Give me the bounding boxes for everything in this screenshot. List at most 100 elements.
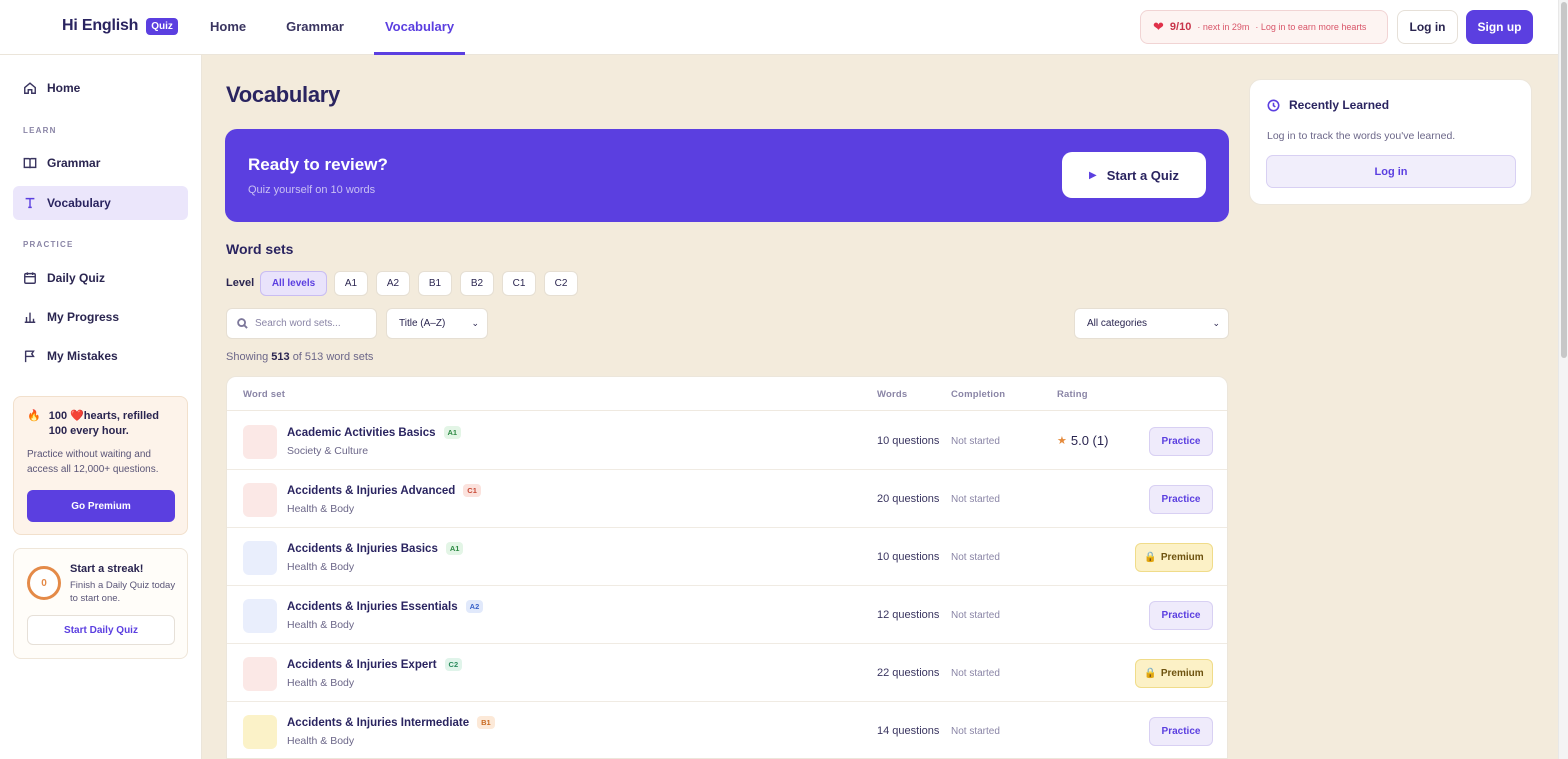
banner-subtitle: Quiz yourself on 10 words (248, 184, 376, 196)
word-count: 22 questions (877, 667, 940, 679)
chevron-down-icon: ⌄ (1212, 318, 1220, 328)
completion-status: Not started (951, 610, 1000, 621)
scrollbar-thumb[interactable] (1561, 2, 1567, 358)
word-count: 14 questions (877, 725, 940, 737)
play-icon: ▶ (1089, 169, 1097, 181)
level-chip-c2[interactable]: C2 (544, 271, 578, 296)
sidebar-item-home[interactable]: Home (13, 71, 188, 105)
search-input[interactable]: Search word sets... (226, 308, 377, 339)
signup-button[interactable]: Sign up (1466, 10, 1533, 44)
completion-status: Not started (951, 668, 1000, 679)
col-words: Words (877, 389, 908, 400)
streak-count-ring: 0 (27, 566, 61, 600)
level-chip-a1[interactable]: A1 (334, 271, 368, 296)
sidebar: Home LEARN Grammar Vocabulary PRACTICE D… (0, 55, 202, 759)
sidebar-section-practice: PRACTICE (23, 240, 74, 249)
level-badge: A1 (443, 426, 462, 439)
premium-button[interactable]: 🔒 Premium (1135, 659, 1213, 688)
word-set-thumbnail (243, 599, 277, 633)
nav-grammar[interactable]: Grammar (286, 0, 344, 55)
brand-badge: Quiz (146, 17, 178, 35)
table-row[interactable]: Accidents & Injuries Advanced C1 Health &… (227, 470, 1227, 528)
sidebar-item-grammar[interactable]: Grammar (13, 146, 188, 180)
login-button[interactable]: Log in (1397, 10, 1458, 44)
results-count: Showing 513 of 513 word sets (226, 351, 374, 363)
table-row[interactable]: Accidents & Injuries Basics A1 Health & B… (227, 528, 1227, 586)
hearts-next: · next in 29m (1197, 22, 1250, 32)
table-row[interactable]: Academic Activities Basics A1 Society & C… (227, 412, 1227, 470)
streak-title: Start a streak! (70, 563, 144, 575)
col-word-set: Word set (243, 389, 286, 400)
hearts-status[interactable]: ❤ 9/10 · next in 29m · Log in to earn mo… (1140, 10, 1388, 44)
word-set-thumbnail (243, 483, 277, 517)
word-count: 10 questions (877, 551, 940, 563)
chevron-down-icon: ⌄ (471, 318, 479, 328)
word-count: 12 questions (877, 609, 940, 621)
practice-button[interactable]: Practice (1149, 601, 1213, 630)
word-set-category: Society & Culture (287, 445, 369, 457)
sidebar-item-my-progress[interactable]: My Progress (13, 300, 188, 334)
word-set-name: Accidents & Injuries Intermediate (287, 716, 470, 729)
page-scrollbar[interactable] (1558, 0, 1568, 759)
streak-card: 0 Start a streak! Finish a Daily Quiz to… (13, 548, 188, 659)
word-set-thumbnail (243, 425, 277, 459)
word-set-name: Accidents & Injuries Basics (287, 542, 438, 555)
completion-status: Not started (951, 726, 1000, 737)
review-banner: Ready to review? Quiz yourself on 10 wor… (225, 129, 1229, 222)
word-set-category: Health & Body (287, 677, 355, 689)
table-header: Word set Words Completion Rating (227, 377, 1227, 411)
page-title: Vocabulary (226, 82, 340, 107)
banner-title: Ready to review? (248, 155, 388, 174)
table-row[interactable]: Accidents & Injuries Expert C2 Health & B… (227, 644, 1227, 702)
go-premium-button[interactable]: Go Premium (27, 490, 175, 522)
start-daily-quiz-button[interactable]: Start Daily Quiz (27, 615, 175, 645)
sidebar-item-my-mistakes[interactable]: My Mistakes (13, 339, 188, 373)
streak-description: Finish a Daily Quiz today to start one. (70, 580, 176, 604)
sidebar-item-daily-quiz[interactable]: Daily Quiz (13, 261, 188, 295)
top-nav: Home Grammar Vocabulary (210, 0, 505, 55)
word-set-category: Health & Body (287, 735, 355, 747)
recent-login-button[interactable]: Log in (1266, 155, 1516, 188)
completion-status: Not started (951, 494, 1000, 505)
brand-logo[interactable]: Hi English Quiz (62, 17, 178, 35)
recently-learned-card: Recently Learned Log in to track the wor… (1249, 79, 1532, 205)
level-chip-c1[interactable]: C1 (502, 271, 536, 296)
level-badge: A1 (445, 542, 464, 555)
level-badge: C1 (463, 484, 481, 497)
sidebar-section-learn: LEARN (23, 126, 57, 135)
category-select[interactable]: All categories ⌄ (1074, 308, 1229, 339)
word-set-category: Health & Body (287, 503, 355, 515)
start-quiz-button[interactable]: ▶ Start a Quiz (1062, 152, 1206, 198)
lock-icon: 🔒 (1144, 668, 1157, 679)
level-chip-b1[interactable]: B1 (418, 271, 452, 296)
promo-description: Practice without waiting and access all … (27, 449, 159, 475)
sidebar-item-label: Vocabulary (47, 196, 111, 210)
word-sets-title: Word sets (226, 241, 294, 257)
table-row[interactable]: Accidents & Injuries Intermediate B1 Heal… (227, 702, 1227, 758)
recent-description: Log in to track the words you've learned… (1267, 130, 1456, 142)
word-set-name: Accidents & Injuries Expert (287, 658, 437, 671)
sort-value: Title (A–Z) (399, 318, 446, 329)
practice-button[interactable]: Practice (1149, 485, 1213, 514)
sort-select[interactable]: Title (A–Z) ⌄ (386, 308, 488, 339)
practice-button[interactable]: Practice (1149, 427, 1213, 456)
table-row[interactable]: Accidents & Injuries Essentials A2 Health… (227, 586, 1227, 644)
level-chip-b2[interactable]: B2 (460, 271, 494, 296)
practice-button[interactable]: Practice (1149, 717, 1213, 746)
category-value: All categories (1087, 318, 1148, 329)
level-chip-a2[interactable]: A2 (376, 271, 410, 296)
completion-status: Not started (951, 436, 1000, 447)
level-chip-all[interactable]: All levels (260, 271, 327, 296)
sidebar-item-label: Home (47, 81, 81, 95)
sidebar-item-label: Grammar (47, 156, 101, 170)
star-icon: ★ (1057, 435, 1067, 447)
word-set-name: Accidents & Injuries Advanced (287, 484, 456, 497)
hearts-login-note: · Log in to earn more hearts (1255, 22, 1367, 32)
recent-title: Recently Learned (1289, 98, 1390, 112)
premium-button[interactable]: 🔒 Premium (1135, 543, 1213, 572)
word-set-thumbnail (243, 715, 277, 749)
nav-home[interactable]: Home (210, 0, 246, 55)
sidebar-item-vocabulary[interactable]: Vocabulary (13, 186, 188, 220)
nav-vocabulary[interactable]: Vocabulary (373, 0, 466, 55)
word-sets-table: Word set Words Completion Rating Academi… (226, 376, 1228, 759)
